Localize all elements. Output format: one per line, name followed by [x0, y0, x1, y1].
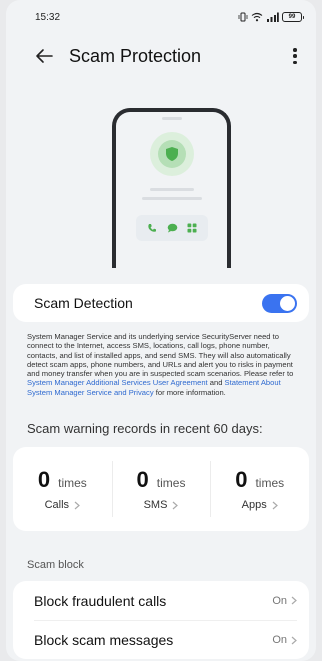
block-scam-messages-row[interactable]: Block scam messages On — [34, 620, 297, 659]
shield-glow — [150, 132, 194, 176]
phone-screen: 15:32 99 Scam Protection Scam Detection … — [6, 0, 316, 661]
stat-apps[interactable]: 0 times Apps — [210, 447, 309, 531]
stat-label: SMS — [143, 499, 168, 512]
app-bar: Scam Protection — [6, 34, 316, 78]
block-fraudulent-calls-row[interactable]: Block fraudulent calls On — [34, 581, 297, 620]
signal-icon — [267, 12, 279, 22]
phone-speaker — [161, 117, 182, 120]
toggle-knob — [280, 295, 295, 311]
stat-count: 0 — [235, 467, 248, 493]
stat-count: 0 — [136, 467, 149, 493]
stat-calls[interactable]: 0 times Calls — [13, 447, 112, 531]
status-value: On — [272, 634, 287, 647]
app-tray — [136, 215, 208, 241]
stat-label: Apps — [241, 499, 267, 512]
phone-illustration — [6, 78, 316, 268]
phone-icon — [145, 221, 159, 235]
status-bar: 15:32 99 — [6, 0, 316, 34]
stat-unit: times — [156, 476, 186, 491]
block-row-status: On — [272, 595, 297, 607]
stat-sms[interactable]: 0 times SMS — [111, 447, 211, 531]
shield-icon — [166, 147, 178, 161]
scam-block-heading: Scam block — [27, 559, 84, 572]
wifi-icon — [251, 12, 263, 22]
phone-frame — [112, 108, 231, 268]
scam-detection-card: Scam Detection — [13, 284, 309, 322]
stat-unit: times — [58, 476, 87, 491]
disclaimer-and: and — [207, 378, 225, 388]
chevron-right-icon — [173, 501, 179, 510]
user-agreement-link[interactable]: System Manager Additional Services User … — [27, 378, 208, 387]
block-row-label: Block fraudulent calls — [34, 592, 167, 609]
placeholder-line — [150, 188, 194, 191]
stat-count: 0 — [37, 467, 51, 493]
battery-icon: 99 — [282, 12, 304, 22]
warning-records-heading: Scam warning records in recent 60 days: — [27, 421, 263, 437]
chevron-right-icon — [272, 501, 278, 510]
battery-level: 99 — [288, 14, 296, 20]
disclaimer-body: System Manager Service and its underlyin… — [27, 332, 294, 379]
disclaimer-suffix: for more information. — [153, 387, 226, 397]
block-row-status: On — [272, 634, 297, 646]
vibrate-icon — [238, 12, 248, 22]
more-vertical-icon[interactable] — [288, 45, 302, 67]
scam-detection-toggle[interactable] — [262, 293, 297, 313]
warning-stats-card: 0 times Calls 0 times SMS 0 times Apps — [13, 447, 309, 532]
status-icons: 99 — [238, 12, 304, 22]
back-arrow-icon[interactable] — [35, 46, 55, 66]
page-title: Scam Protection — [69, 45, 202, 66]
message-icon — [165, 221, 179, 235]
scam-block-card: Block fraudulent calls On Block scam mes… — [13, 581, 309, 660]
stat-unit: times — [255, 476, 285, 491]
status-value: On — [272, 594, 287, 607]
placeholder-line — [142, 197, 202, 200]
chevron-right-icon — [74, 501, 80, 510]
apps-icon — [185, 221, 199, 235]
chevron-right-icon — [291, 636, 297, 645]
stat-label: Calls — [44, 499, 70, 512]
block-row-label: Block scam messages — [34, 632, 174, 649]
scam-detection-label: Scam Detection — [34, 295, 133, 311]
status-time: 15:32 — [35, 11, 61, 23]
chevron-right-icon — [291, 596, 297, 605]
disclaimer-text: System Manager Service and its underlyin… — [6, 322, 316, 397]
